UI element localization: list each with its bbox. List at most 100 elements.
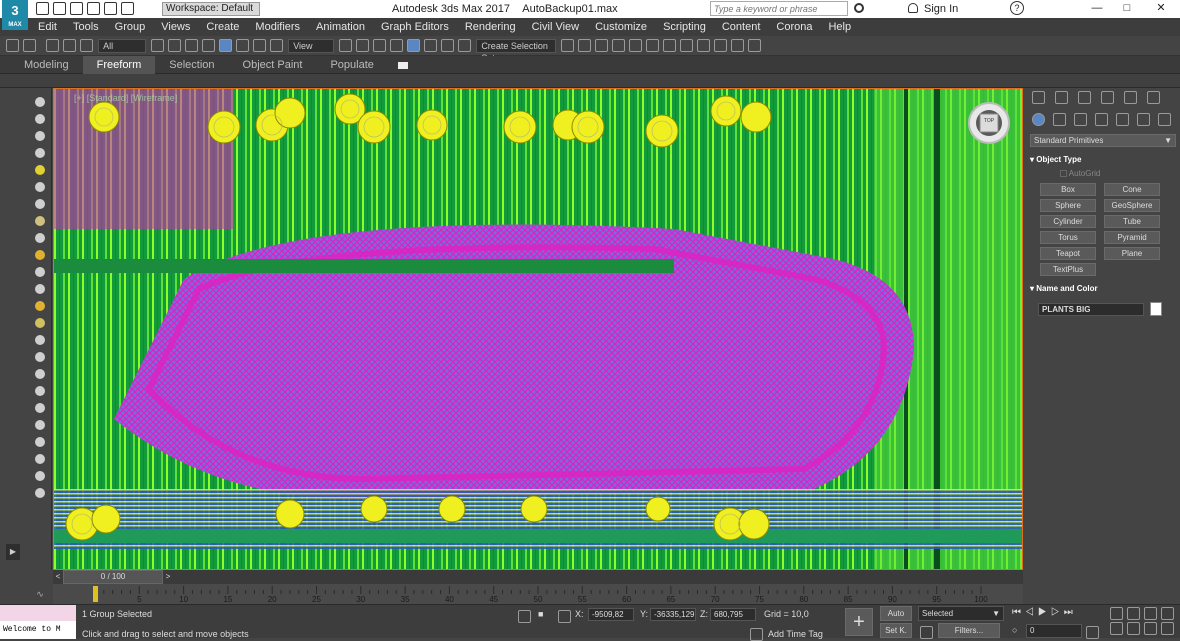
tool-icon[interactable] bbox=[35, 454, 45, 464]
selected-dropdown[interactable]: Selected ▼ bbox=[918, 606, 1004, 621]
project-folder-icon[interactable] bbox=[121, 2, 134, 15]
key-filter-icon[interactable] bbox=[920, 626, 933, 639]
snaps-toggle-icon[interactable] bbox=[390, 39, 404, 52]
textplus-button[interactable]: TextPlus bbox=[1040, 263, 1096, 276]
minimize-button[interactable]: — bbox=[1082, 0, 1112, 18]
material-editor-icon[interactable] bbox=[663, 39, 677, 52]
geosphere-button[interactable]: GeoSphere bbox=[1104, 199, 1160, 212]
geometry-icon[interactable] bbox=[1032, 113, 1045, 126]
render-production-icon[interactable] bbox=[714, 39, 728, 52]
search-icon[interactable] bbox=[854, 3, 864, 13]
tool-icon[interactable] bbox=[35, 97, 45, 107]
tool-icon[interactable] bbox=[35, 114, 45, 124]
menu-item-graph-editors[interactable]: Graph Editors bbox=[373, 18, 457, 36]
undo-icon[interactable] bbox=[87, 2, 100, 15]
spinner-snap-icon[interactable] bbox=[441, 39, 455, 52]
box-button[interactable]: Box bbox=[1040, 183, 1096, 196]
menu-item-modifiers[interactable]: Modifiers bbox=[247, 18, 308, 36]
tool-icon[interactable] bbox=[35, 148, 45, 158]
rectangular-selection-icon[interactable] bbox=[185, 39, 199, 52]
menu-item-edit[interactable]: Edit bbox=[30, 18, 65, 36]
tool-icon[interactable] bbox=[35, 471, 45, 481]
tool-icon[interactable] bbox=[35, 199, 45, 209]
select-manipulate-icon[interactable] bbox=[356, 39, 370, 52]
angle-snap-icon[interactable] bbox=[407, 39, 421, 52]
keyboard-shortcut-icon[interactable] bbox=[373, 39, 387, 52]
link-icon[interactable] bbox=[46, 39, 59, 52]
render-teapot-icon[interactable] bbox=[731, 39, 745, 52]
viewport-top[interactable]: [+] [Standard] [Wireframe] TOP bbox=[53, 88, 1023, 570]
schematic-view-icon[interactable] bbox=[646, 39, 660, 52]
tool-icon[interactable] bbox=[35, 369, 45, 379]
menu-item-views[interactable]: Views bbox=[153, 18, 198, 36]
close-button[interactable]: ✕ bbox=[1146, 0, 1176, 18]
tool-icon[interactable] bbox=[35, 403, 45, 413]
tool-icon[interactable] bbox=[35, 182, 45, 192]
y-coordinate[interactable]: -36335,129 bbox=[650, 608, 696, 621]
tool-icon[interactable] bbox=[35, 250, 45, 260]
tool-icon[interactable] bbox=[35, 301, 45, 311]
object-color-swatch[interactable] bbox=[1150, 302, 1162, 316]
previous-frame-icon[interactable]: ◁ bbox=[1025, 607, 1038, 618]
torus-button[interactable]: Torus bbox=[1040, 231, 1096, 244]
key-mode-icon[interactable]: ○ bbox=[1012, 625, 1017, 635]
tool-icon[interactable] bbox=[35, 352, 45, 362]
filters-button[interactable]: Filters... bbox=[938, 623, 1000, 638]
render-setup-icon[interactable] bbox=[680, 39, 694, 52]
place-icon[interactable] bbox=[270, 39, 284, 52]
isolate-icon[interactable] bbox=[518, 610, 531, 623]
reference-coordinate-dropdown[interactable]: View bbox=[288, 39, 335, 53]
tool-icon[interactable] bbox=[35, 318, 45, 328]
menu-item-content[interactable]: Content bbox=[714, 18, 769, 36]
set-key-big-button[interactable]: + bbox=[845, 608, 873, 636]
workspace-dropdown[interactable]: Workspace: Default bbox=[162, 2, 260, 16]
cylinder-button[interactable]: Cylinder bbox=[1040, 215, 1096, 228]
track-bar[interactable]: 5 10 15 20 25 30 35 40 45 50 55 60 65 70 75 80 85 90 95 100 bbox=[53, 584, 1023, 604]
tool-icon[interactable] bbox=[35, 420, 45, 430]
pivot-center-icon[interactable] bbox=[339, 39, 353, 52]
new-file-icon[interactable] bbox=[36, 2, 49, 15]
selection-filter-dropdown[interactable]: All bbox=[98, 39, 147, 53]
maximize-viewport-icon[interactable] bbox=[1161, 622, 1174, 635]
lock-icon[interactable]: ■ bbox=[538, 609, 543, 619]
select-object-icon[interactable] bbox=[151, 39, 165, 52]
time-configuration-icon[interactable] bbox=[1086, 626, 1099, 639]
mini-curve-editor-toggle[interactable]: ∿ bbox=[30, 584, 50, 604]
shapes-icon[interactable] bbox=[1053, 113, 1066, 126]
modify-tab-icon[interactable] bbox=[1055, 91, 1068, 104]
select-by-name-icon[interactable] bbox=[168, 39, 182, 52]
time-tag-icon[interactable] bbox=[750, 628, 763, 641]
tool-icon[interactable] bbox=[35, 165, 45, 175]
ribbon-tab-object-paint[interactable]: Object Paint bbox=[229, 56, 317, 74]
tool-icon[interactable] bbox=[35, 233, 45, 243]
absolute-mode-icon[interactable] bbox=[558, 610, 571, 623]
search-input[interactable] bbox=[710, 1, 848, 16]
ribbon-tab-freeform[interactable]: Freeform bbox=[82, 56, 156, 74]
current-frame-field[interactable]: 0 bbox=[1026, 624, 1082, 638]
expand-arrow-icon[interactable]: ▶ bbox=[6, 544, 20, 560]
open-file-icon[interactable] bbox=[53, 2, 66, 15]
plane-button[interactable]: Plane bbox=[1104, 247, 1160, 260]
undo-icon[interactable] bbox=[6, 39, 19, 52]
named-selection-dropdown[interactable]: Create Selection Set bbox=[476, 39, 557, 63]
tool-icon[interactable] bbox=[35, 131, 45, 141]
sign-in-link[interactable]: Sign In bbox=[924, 3, 958, 15]
percent-snap-icon[interactable] bbox=[424, 39, 438, 52]
help-icon[interactable]: ? bbox=[1010, 1, 1024, 15]
tube-button[interactable]: Tube bbox=[1104, 215, 1160, 228]
layer-explorer-icon[interactable] bbox=[595, 39, 609, 52]
motion-tab-icon[interactable] bbox=[1101, 91, 1114, 104]
user-icon[interactable] bbox=[908, 3, 918, 13]
name-color-header[interactable]: ▾ Name and Color bbox=[1030, 284, 1172, 293]
menu-item-scripting[interactable]: Scripting bbox=[655, 18, 714, 36]
zoom-extents-all-icon[interactable] bbox=[1161, 607, 1174, 620]
cameras-icon[interactable] bbox=[1095, 113, 1108, 126]
object-type-header[interactable]: ▾ Object Type bbox=[1030, 155, 1172, 164]
maximize-button[interactable]: □ bbox=[1112, 0, 1142, 18]
time-slider-thumb[interactable] bbox=[93, 586, 98, 602]
pyramid-button[interactable]: Pyramid bbox=[1104, 231, 1160, 244]
zoom-extents-icon[interactable] bbox=[1144, 607, 1157, 620]
edit-named-selection-icon[interactable] bbox=[458, 39, 472, 52]
tool-icon[interactable] bbox=[35, 488, 45, 498]
viewport-label[interactable]: [+] [Standard] [Wireframe] bbox=[74, 93, 177, 103]
